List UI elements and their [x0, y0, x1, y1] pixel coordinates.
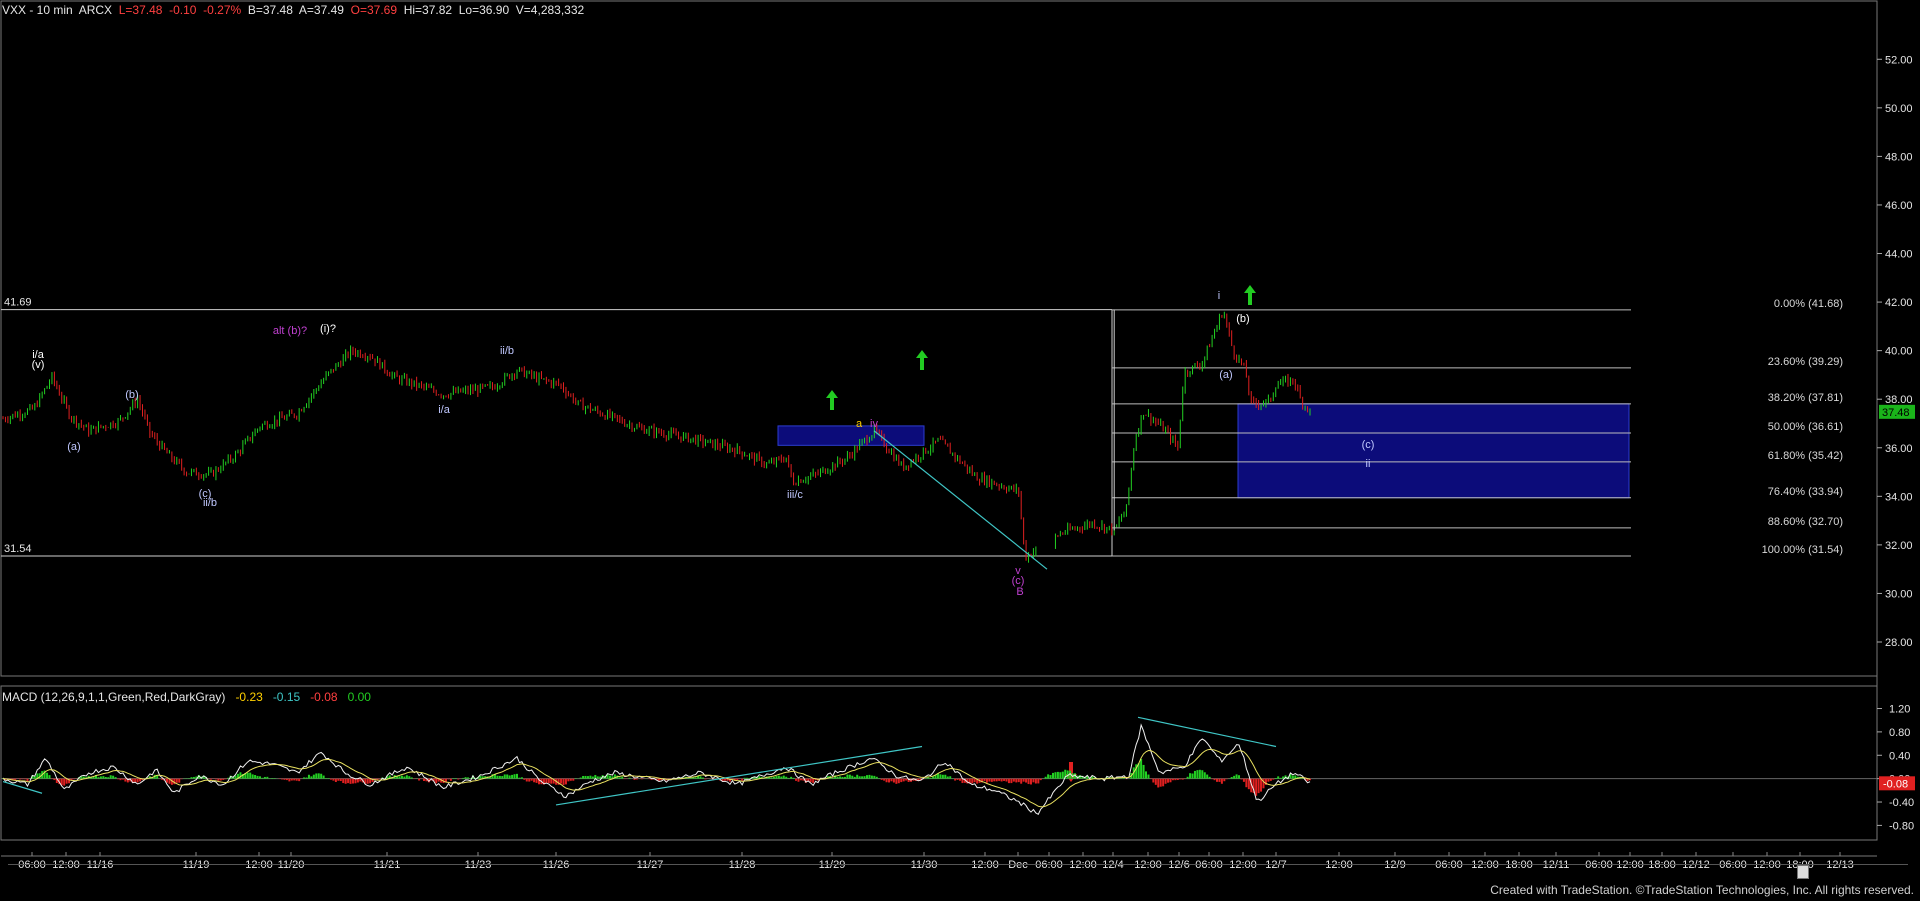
bid-price: B=37.48 — [247, 3, 293, 17]
macd-signal-value: -0.15 — [272, 690, 301, 704]
up-arrow-icon — [826, 390, 838, 410]
up-arrow-icon — [1244, 285, 1256, 305]
arrow-shape — [826, 390, 838, 410]
price-tick-label: 32.00 — [1885, 540, 1913, 552]
net-change: -0.10 — [169, 3, 197, 17]
fib-level-label: 61.80% (35.42) — [1768, 450, 1843, 462]
fib-level-label: 23.60% (39.29) — [1768, 356, 1843, 368]
price-pane-frame — [0, 0, 1878, 677]
wave-label: a — [856, 418, 863, 430]
last-price: L=37.48 — [118, 3, 163, 17]
macd-tick-label: -0.80 — [1889, 820, 1914, 832]
wave-label: ii/b — [500, 345, 514, 357]
wave-label: (v) — [32, 359, 45, 371]
time-scrollbar[interactable] — [8, 864, 1908, 879]
symbol-label: VXX - 10 min — [2, 3, 73, 17]
fib-level-label: 0.00% (41.68) — [1774, 298, 1843, 310]
macd-trendline — [2, 780, 43, 794]
price-chart[interactable]: 28.00 30.00 32.00 34.00 36.00 38.00 40.00 42.00… — [0, 0, 1920, 901]
pct-change: -0.27% — [203, 3, 242, 17]
price-tick-label: 36.00 — [1885, 443, 1913, 455]
wave-label: (a) — [67, 441, 80, 453]
fib-level-label: 76.40% (33.94) — [1768, 486, 1843, 498]
macd-tick-label: 0.80 — [1889, 727, 1910, 739]
wave-label: (b) — [125, 389, 138, 401]
symbol-header: VXX - 10 min ARCX L=37.48 -0.10 -0.27% B… — [2, 3, 584, 17]
fib-level-label: 38.20% (37.81) — [1768, 392, 1843, 404]
macd-label: MACD (12,26,9,1,1,Green,Red,DarkGray) — [2, 690, 226, 704]
volume-label: V=4,283,332 — [515, 3, 585, 17]
wave-label: i/a — [438, 404, 451, 416]
macd-zero-value: 0.00 — [347, 690, 371, 704]
wave-label: iv — [870, 418, 878, 430]
wave-label: (a) — [1219, 369, 1232, 381]
macd-header: MACD (12,26,9,1,1,Green,Red,DarkGray) -0… — [2, 690, 371, 704]
price-tick-label: 38.00 — [1885, 394, 1913, 406]
chart-window: 28.00 30.00 32.00 34.00 36.00 38.00 40.00 42.00… — [0, 0, 1920, 901]
wave-label: alt (b)? — [273, 325, 307, 337]
macd-last-badge-text: -0.08 — [1883, 778, 1908, 790]
macd-pane-frame — [0, 685, 1878, 841]
price-tick-label: 52.00 — [1885, 54, 1913, 66]
price-tick-label: 46.00 — [1885, 200, 1913, 212]
macd-tick-label: -0.40 — [1889, 797, 1914, 809]
wave-label: ii/b — [203, 497, 217, 509]
up-arrow-icon — [916, 350, 928, 370]
wave-label: (c) — [1362, 439, 1375, 451]
range-line-label: 31.54 — [4, 543, 32, 555]
macd-value: -0.23 — [235, 690, 263, 704]
exchange-label: ARCX — [78, 3, 113, 17]
fib-level-label: 50.00% (36.61) — [1768, 421, 1843, 433]
open-price: O=37.69 — [350, 3, 398, 17]
target-zone-box — [1237, 403, 1630, 499]
low-price: Lo=36.90 — [458, 3, 510, 17]
wave-label: (i)? — [320, 323, 336, 335]
wave-label: B — [1016, 586, 1023, 598]
ask-price: A=37.49 — [298, 3, 344, 17]
macd-trendline — [1137, 716, 1277, 748]
high-price: Hi=37.82 — [403, 3, 453, 17]
fib-level-label: 88.60% (32.70) — [1768, 516, 1843, 528]
price-tick-label: 48.00 — [1885, 151, 1913, 163]
wave-label: iii/c — [787, 489, 803, 501]
last-price-badge-text: 37.48 — [1882, 407, 1910, 419]
macd-histogram-value: -0.08 — [310, 690, 338, 704]
fib-level-label: 100.00% (31.54) — [1762, 544, 1843, 556]
macd-tick-label: 0.40 — [1889, 750, 1910, 762]
credit-text: Created with TradeStation. ©TradeStation… — [1490, 883, 1914, 897]
price-tick-label: 44.00 — [1885, 249, 1913, 261]
price-tick-label: 40.00 — [1885, 346, 1913, 358]
wave-label: ii — [1366, 458, 1371, 470]
price-tick-label: 28.00 — [1885, 637, 1913, 649]
target-zone-box — [777, 425, 925, 446]
wave-label: i — [1218, 290, 1220, 302]
arrow-shape — [1244, 285, 1256, 305]
macd-tick-label: 1.20 — [1889, 704, 1910, 716]
price-tick-label: 50.00 — [1885, 103, 1913, 115]
price-tick-label: 34.00 — [1885, 491, 1913, 503]
arrow-shape — [916, 350, 928, 370]
range-line-label: 41.69 — [4, 297, 32, 309]
scrollbar-thumb[interactable] — [1797, 865, 1809, 879]
price-tick-label: 30.00 — [1885, 588, 1913, 600]
macd-line — [2, 723, 1311, 815]
wave-label: (b) — [1236, 313, 1249, 325]
price-tick-label: 42.00 — [1885, 297, 1913, 309]
